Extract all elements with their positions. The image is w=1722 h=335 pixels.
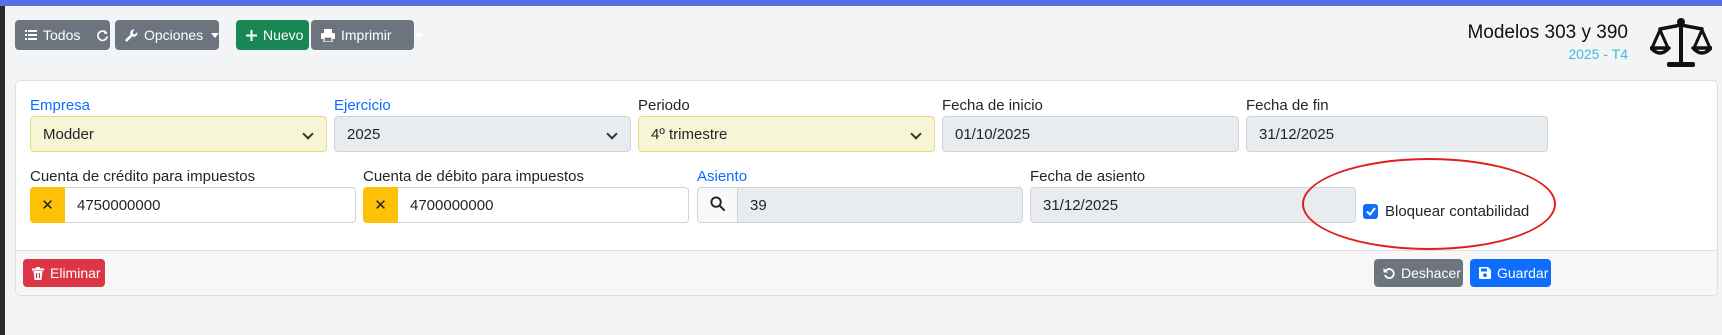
close-icon: ✕: [374, 197, 387, 214]
eliminar-label: Eliminar: [50, 265, 101, 281]
imprimir-dropdown-toggle[interactable]: [414, 32, 423, 38]
ejercicio-value: 2025: [347, 125, 381, 143]
list-icon: [25, 29, 37, 41]
chevron-down-icon: [211, 32, 220, 38]
asiento-label[interactable]: Asiento: [697, 168, 747, 185]
fecha-inicio-value: 01/10/2025: [955, 125, 1031, 143]
balance-scale-icon: [1649, 16, 1713, 72]
imprimir-button-group: Imprimir: [311, 20, 423, 50]
clear-debito-button[interactable]: ✕: [363, 187, 398, 223]
ejercicio-label[interactable]: Ejercicio: [334, 97, 391, 114]
printer-icon: [321, 28, 335, 42]
eliminar-button[interactable]: Eliminar: [23, 259, 105, 287]
asiento-value: 39: [750, 196, 767, 214]
fecha-fin-field[interactable]: 31/12/2025: [1246, 116, 1548, 152]
guardar-label: Guardar: [1497, 265, 1549, 281]
cuenta-debito-value: 4700000000: [410, 196, 494, 214]
page-header: Modelos 303 y 390 2025 - T4: [1467, 22, 1628, 62]
highlight-annotation: [1302, 158, 1556, 250]
page-title: Modelos 303 y 390: [1467, 22, 1628, 43]
cuenta-credito-input[interactable]: 4750000000: [64, 187, 356, 223]
cuenta-debito-label: Cuenta de débito para impuestos: [363, 168, 584, 185]
empresa-value: Modder: [43, 125, 94, 143]
wrench-icon: [125, 28, 138, 42]
fecha-fin-label: Fecha de fin: [1246, 97, 1329, 114]
fecha-inicio-label: Fecha de inicio: [942, 97, 1043, 114]
refresh-icon[interactable]: [96, 29, 109, 42]
cuenta-debito-input[interactable]: 4700000000: [397, 187, 689, 223]
nuevo-button[interactable]: Nuevo: [236, 20, 309, 50]
left-window-edge: [0, 6, 5, 335]
fecha-fin-value: 31/12/2025: [1259, 125, 1335, 143]
chevron-down-icon: [302, 128, 314, 140]
cuenta-credito-label: Cuenta de crédito para impuestos: [30, 168, 256, 185]
fecha-asiento-label: Fecha de asiento: [1030, 168, 1146, 185]
chevron-down-icon: [910, 128, 922, 140]
todos-button[interactable]: Todos: [43, 27, 80, 43]
periodo-label: Periodo: [638, 97, 690, 114]
cuenta-credito-value: 4750000000: [77, 196, 161, 214]
search-icon: [710, 195, 726, 215]
undo-icon: [1383, 267, 1395, 279]
guardar-button[interactable]: Guardar: [1470, 259, 1551, 287]
fecha-asiento-value: 31/12/2025: [1043, 196, 1119, 214]
periodo-select[interactable]: 4º trimestre: [638, 116, 935, 152]
deshacer-label: Deshacer: [1401, 265, 1461, 281]
opciones-label: Opciones: [144, 27, 204, 43]
plus-icon: [246, 29, 257, 41]
empresa-select[interactable]: Modder: [30, 116, 327, 152]
chevron-down-icon: [606, 128, 618, 140]
fecha-inicio-field[interactable]: 01/10/2025: [942, 116, 1239, 152]
asiento-field[interactable]: 39: [737, 187, 1023, 223]
clear-credito-button[interactable]: ✕: [30, 187, 65, 223]
trash-icon: [32, 266, 44, 280]
deshacer-button[interactable]: Deshacer: [1374, 259, 1463, 287]
empresa-label[interactable]: Empresa: [30, 97, 90, 114]
todos-button-group: Todos: [15, 20, 110, 50]
nuevo-label: Nuevo: [263, 27, 304, 43]
save-icon: [1479, 267, 1491, 279]
page-subtitle: 2025 - T4: [1568, 46, 1628, 62]
top-accent-bar: [0, 0, 1722, 6]
periodo-value: 4º trimestre: [651, 125, 728, 143]
imprimir-button[interactable]: Imprimir: [341, 27, 392, 43]
close-icon: ✕: [41, 197, 54, 214]
opciones-button[interactable]: Opciones: [115, 20, 220, 50]
ejercicio-select[interactable]: 2025: [334, 116, 631, 152]
asiento-search-button[interactable]: [697, 187, 738, 223]
